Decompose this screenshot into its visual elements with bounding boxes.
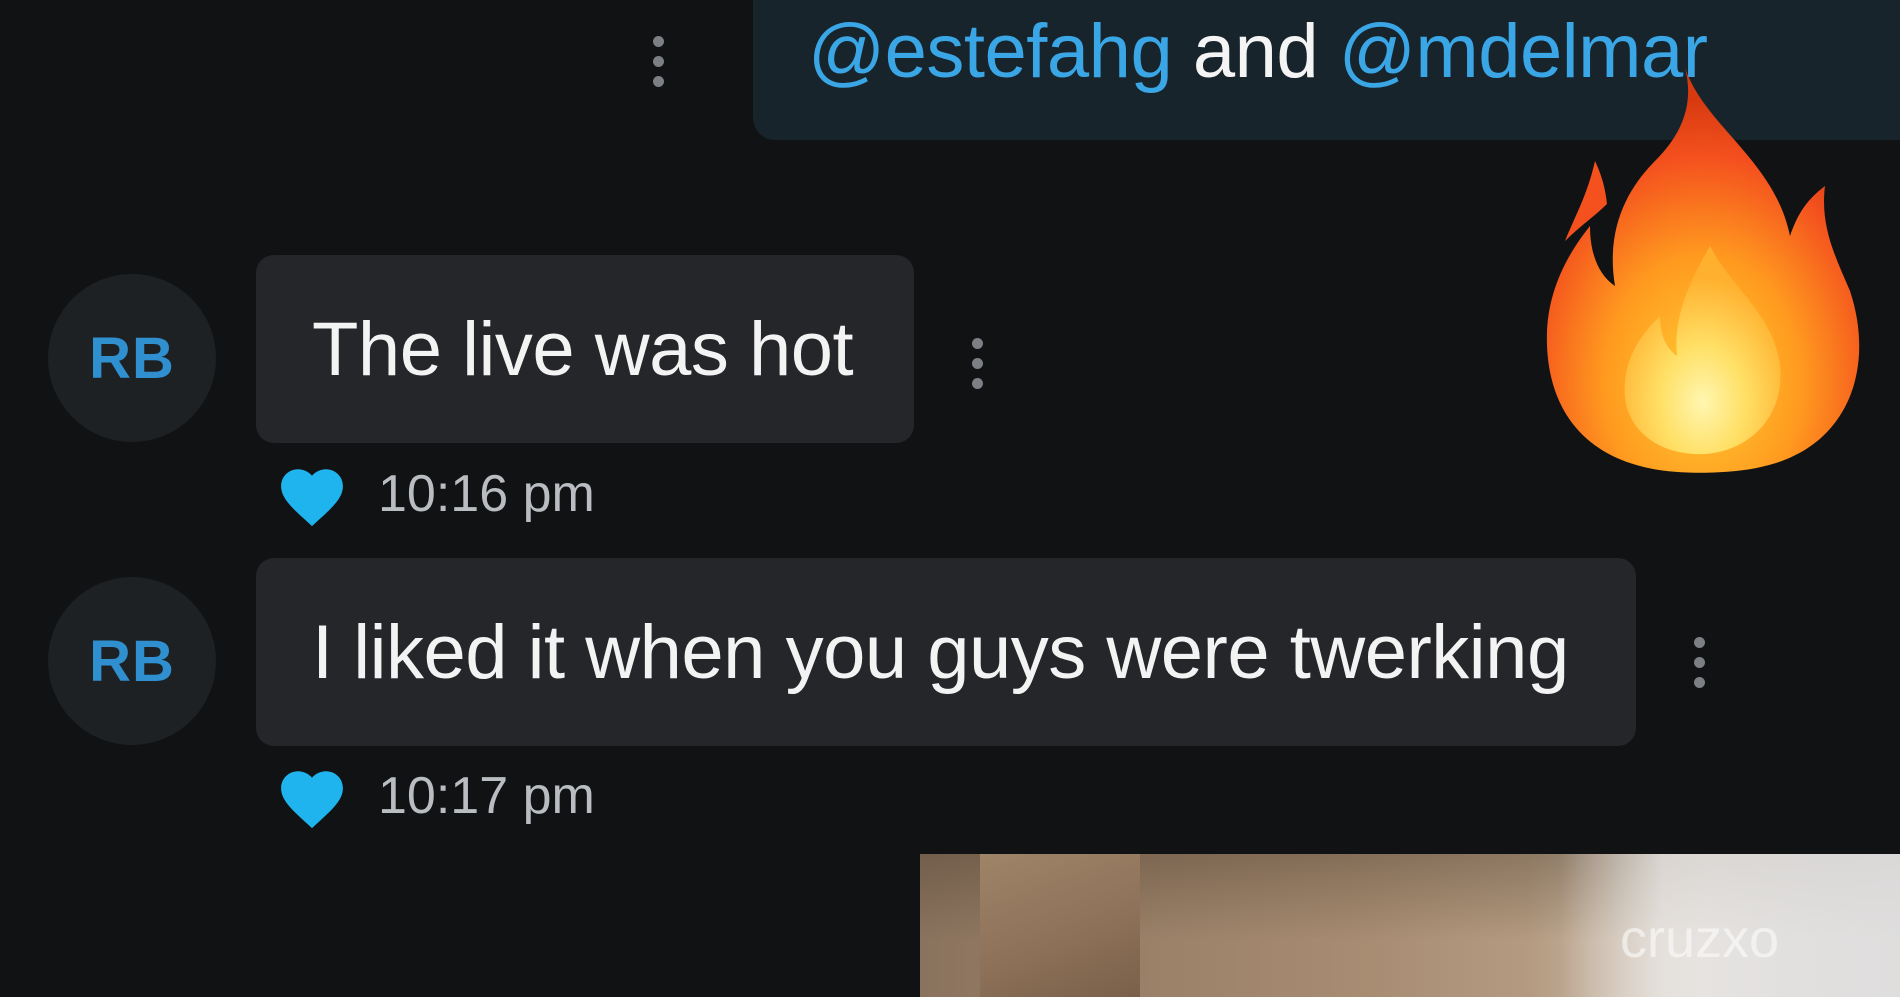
avatar[interactable]: RB [48, 577, 216, 745]
photo-detail [980, 854, 1140, 997]
message-text: I liked it when you guys were twerking [312, 609, 1569, 695]
message-timestamp: 10:16 pm [378, 465, 595, 523]
message-timestamp: 10:17 pm [378, 767, 595, 825]
message-options-icon[interactable] [1692, 637, 1706, 688]
avatar[interactable]: RB [48, 274, 216, 442]
mention-connector: and [1192, 9, 1319, 94]
message-meta: 10:17 pm [274, 762, 595, 830]
fire-emoji-icon [1546, 68, 1860, 473]
message-text: The live was hot [312, 306, 854, 392]
message-options-icon[interactable] [651, 36, 665, 87]
message-meta: 10:16 pm [274, 460, 595, 528]
heart-icon[interactable] [274, 460, 350, 528]
heart-icon[interactable] [274, 762, 350, 830]
message-options-icon[interactable] [970, 338, 984, 389]
mention-link[interactable]: @estefahg [808, 9, 1173, 94]
message-bubble[interactable]: The live was hot [256, 255, 914, 443]
message-bubble[interactable]: I liked it when you guys were twerking [256, 558, 1636, 746]
watermark-text: cruzxo [1620, 909, 1780, 969]
